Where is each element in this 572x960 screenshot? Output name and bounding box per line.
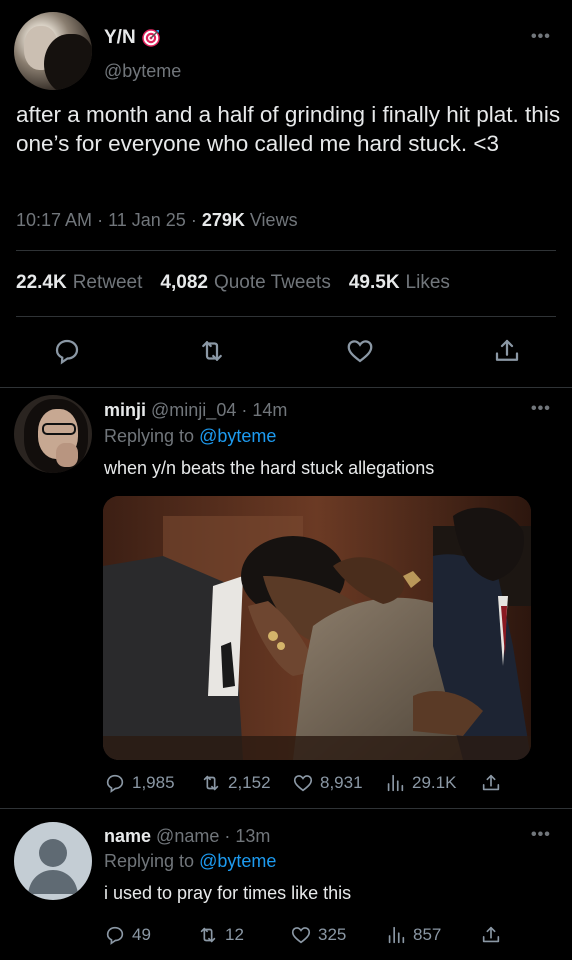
- reply-count: 49: [132, 925, 151, 944]
- reply-time: 13m: [235, 826, 271, 846]
- author-avatar[interactable]: [14, 12, 92, 90]
- retweet-button[interactable]: [197, 336, 227, 366]
- reply-header: name @name · 13m: [104, 826, 270, 847]
- likes-count: 49.5K: [348, 272, 400, 293]
- reply-button[interactable]: [52, 336, 82, 366]
- retweet-icon: [202, 341, 222, 361]
- like-button[interactable]: [345, 336, 375, 366]
- author-name-row[interactable]: Y/N: [104, 27, 160, 49]
- views-count: 29.1K: [412, 773, 457, 792]
- retweets-count: 22.4K: [16, 272, 67, 293]
- reply-action-reply[interactable]: 49: [104, 924, 151, 946]
- divider: [16, 250, 556, 251]
- tweet-meta: 10:17 AM · 11 Jan 25 · 279K Views: [16, 210, 298, 231]
- reply-action-share[interactable]: [480, 924, 502, 946]
- like-count: 325: [318, 925, 347, 944]
- reply-count: 1,985: [132, 773, 175, 792]
- meta-separator: ·: [241, 400, 248, 420]
- replying-to: Replying to @byteme: [104, 426, 276, 447]
- reply-text: when y/n beats the hard stuck allegation…: [104, 458, 435, 478]
- author-name[interactable]: Y/N: [104, 27, 136, 49]
- like-icon: [347, 340, 373, 363]
- retweets-stat[interactable]: 22.4K Retweet: [16, 272, 142, 294]
- likes-stat[interactable]: 49.5K Likes: [349, 272, 450, 294]
- target-emoji-icon: [141, 29, 160, 47]
- replying-to: Replying to @byteme: [104, 851, 276, 872]
- photo-courtroom: [103, 496, 531, 760]
- quotes-stat[interactable]: 4,082 Quote Tweets: [160, 272, 330, 294]
- reply-icon: [106, 774, 124, 793]
- reply-author-name[interactable]: name: [104, 826, 151, 846]
- views-icon: [388, 926, 405, 944]
- share-button[interactable]: [492, 336, 522, 366]
- reply-icon: [55, 339, 79, 365]
- quotes-count: 4,082: [160, 272, 208, 293]
- reply-author-name[interactable]: minji: [104, 400, 146, 420]
- views-count: 857: [413, 925, 442, 944]
- divider: [16, 316, 556, 317]
- section-divider: [0, 808, 572, 809]
- reply-action-views[interactable]: 29.1K: [384, 772, 456, 794]
- avatar-hand: [56, 443, 78, 467]
- views-label: Views: [249, 210, 298, 230]
- reply-handle[interactable]: @minji_04: [151, 400, 236, 420]
- like-icon: [293, 775, 313, 792]
- reply-header: minji @minji_04 · 14m: [104, 400, 287, 421]
- like-icon: [291, 927, 311, 944]
- reply-action-retweet[interactable]: 2,152: [200, 772, 271, 794]
- share-icon: [482, 926, 500, 943]
- retweets-label: Retweet: [72, 272, 143, 293]
- reply-handle[interactable]: @name: [156, 826, 219, 846]
- replying-to-label: Replying to: [104, 851, 195, 871]
- replying-to-label: Replying to: [104, 426, 195, 446]
- views-icon: [387, 774, 404, 792]
- more-icon[interactable]: •••: [531, 29, 551, 45]
- default-avatar-icon: [28, 839, 78, 894]
- reply-action-reply[interactable]: 1,985: [104, 772, 175, 794]
- quotes-label: Quote Tweets: [213, 272, 331, 293]
- avatar-glasses: [42, 423, 76, 435]
- meta-separator: ·: [224, 826, 231, 846]
- meta-separator: ·: [97, 210, 109, 230]
- views-count: 279K: [201, 210, 245, 230]
- engagement-stats: 22.4K Retweet 4,082 Quote Tweets 49.5K Like…: [16, 272, 450, 294]
- reply-icon: [106, 926, 124, 945]
- retweet-icon: [200, 927, 216, 943]
- replying-to-handle[interactable]: @byteme: [199, 851, 276, 871]
- main-tweet: Y/N @byteme ••• after a month and a half…: [0, 0, 572, 388]
- more-icon[interactable]: •••: [531, 401, 551, 417]
- tweet-date: 11 Jan 25: [108, 210, 186, 230]
- more-icon[interactable]: •••: [531, 827, 551, 843]
- like-count: 8,931: [320, 773, 363, 792]
- tweet-time: 10:17 AM: [16, 210, 93, 230]
- reply-action-share[interactable]: [480, 772, 502, 794]
- share-icon: [482, 774, 500, 791]
- replying-to-handle[interactable]: @byteme: [199, 426, 276, 446]
- reply-action-like[interactable]: 325: [290, 924, 346, 946]
- retweet-icon: [203, 775, 219, 791]
- reply-avatar[interactable]: [14, 822, 92, 900]
- reply-avatar[interactable]: [14, 395, 92, 473]
- retweet-count: 2,152: [228, 773, 271, 792]
- retweet-count: 12: [225, 925, 244, 944]
- reply-action-like[interactable]: 8,931: [292, 772, 363, 794]
- reply-time: 14m: [252, 400, 288, 420]
- likes-label: Likes: [405, 272, 450, 293]
- reply-action-retweet[interactable]: 12: [197, 924, 244, 946]
- tweet-text: after a month and a half of grinding i f…: [16, 102, 561, 156]
- section-divider: [0, 387, 572, 388]
- reply-media-image[interactable]: [103, 496, 531, 760]
- avatar-hair: [44, 34, 92, 90]
- meta-separator: ·: [190, 210, 202, 230]
- reply-text: i used to pray for times like this: [104, 883, 352, 903]
- author-handle[interactable]: @byteme: [104, 61, 181, 82]
- share-icon: [495, 339, 519, 361]
- reply-action-views[interactable]: 857: [385, 924, 441, 946]
